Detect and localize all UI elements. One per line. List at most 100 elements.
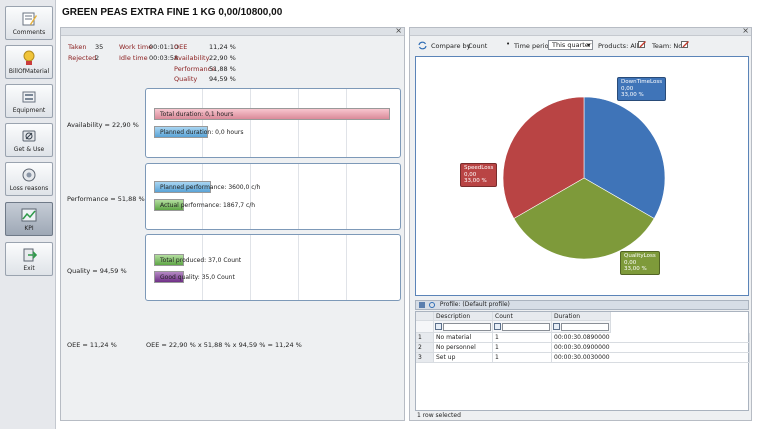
- oee-summary-label: OEE = 11,24 %: [67, 341, 117, 349]
- bar-label: Total duration: 0,1 hours: [160, 111, 234, 118]
- profile-bar: Profile: (Default profile): [415, 300, 749, 310]
- compare-by-label: Compare by: [431, 42, 471, 50]
- bar-label: Good quality: 35,0 Count: [160, 274, 235, 281]
- description-filter[interactable]: [434, 321, 493, 333]
- count-filter[interactable]: [493, 321, 552, 333]
- sidebar-item-label: KPI: [24, 225, 34, 232]
- chevron-down-icon: ▾: [586, 41, 590, 49]
- bar-label: Actual performance: 1867,7 c/h: [160, 202, 256, 209]
- sidebar-item-label: Equipment: [12, 107, 46, 114]
- compare-by-value[interactable]: Count: [468, 42, 487, 50]
- taken-label: Taken: [68, 43, 87, 51]
- close-icon[interactable]: ×: [742, 26, 749, 35]
- idle-time-label: Idle time: [119, 54, 148, 62]
- sidebar-item-get-and-use[interactable]: Get & Use: [5, 123, 53, 157]
- sidebar-item-label: Comments: [12, 29, 46, 36]
- pie-label-qualityloss: QualityLoss 0,00 33,00 %: [620, 251, 660, 275]
- products-edit-icon[interactable]: [638, 41, 646, 49]
- products-filter[interactable]: Products: All: [598, 42, 638, 50]
- kpi-panel: × Taken 35 Rejected 2 Work time 00:01:10…: [60, 26, 405, 421]
- equipment-icon: [22, 91, 36, 103]
- page-title: GREEN PEAS EXTRA FINE 1 KG 0,00/10800,00: [62, 7, 283, 18]
- planned-performance-bar: Planned performance: 3600,0 c/h: [154, 181, 260, 193]
- work-time-label: Work time: [119, 43, 153, 51]
- slice-percent: 33,00 %: [624, 266, 647, 272]
- bar-label: Planned duration: 0,0 hours: [160, 129, 244, 136]
- time-period-value: This quarter: [552, 41, 592, 49]
- sidebar-item-loss-reasons[interactable]: Loss reasons: [5, 162, 53, 196]
- availability-chart: Total duration: 0,1 hours Planned durati…: [145, 88, 401, 158]
- availability-label: Availability: [174, 54, 210, 62]
- time-period-select[interactable]: This quarter ▾: [548, 40, 593, 50]
- sidebar-item-kpi[interactable]: KPI: [5, 202, 53, 236]
- refresh-icon[interactable]: [418, 41, 427, 50]
- availability-value: 22,90 %: [209, 54, 236, 62]
- actual-performance-bar: Actual performance: 1867,7 c/h: [154, 199, 255, 211]
- time-period-label: Time period: [514, 42, 553, 50]
- sidebar-item-bill-of-material[interactable]: BillOfMaterial: [5, 45, 53, 79]
- quality-label: Quality: [174, 75, 198, 83]
- slice-name: QualityLoss: [624, 253, 656, 259]
- performance-value: 51,88 %: [209, 65, 236, 73]
- planned-duration-bar: Planned duration: 0,0 hours: [154, 126, 243, 138]
- quality-row-label: Quality = 94,59 %: [67, 267, 127, 275]
- kpi-icon: [21, 208, 37, 222]
- pie-label-downtimeloss: DownTimeLoss 0,00 33,00 %: [617, 77, 667, 101]
- pie-label-speedloss: SpeedLoss 0,00 33,00 %: [460, 163, 498, 187]
- close-icon[interactable]: ×: [395, 26, 402, 35]
- taken-value: 35: [95, 43, 104, 51]
- profile-refresh-icon[interactable]: [428, 301, 435, 308]
- bar-label: Planned performance: 3600,0 c/h: [160, 184, 261, 191]
- duration-filter[interactable]: [552, 321, 611, 333]
- good-quality-bar: Good quality: 35,0 Count: [154, 271, 235, 283]
- slice-name: DownTimeLoss: [621, 79, 663, 85]
- filter-icon[interactable]: [494, 323, 501, 330]
- bar-label: Total produced: 37,0 Count: [160, 257, 242, 264]
- filter-icon[interactable]: [553, 323, 560, 330]
- oee-formula: OEE = 22,90 % x 51,88 % x 94,59 % = 11,2…: [146, 341, 302, 349]
- sidebar-item-label: Loss reasons: [9, 185, 49, 192]
- total-produced-bar: Total produced: 37,0 Count: [154, 254, 241, 266]
- quality-chart: Total produced: 37,0 Count Good quality:…: [145, 234, 401, 301]
- panel-header: ×: [410, 26, 751, 36]
- chart-toolbar: Compare by Count • Time period This quar…: [418, 40, 751, 54]
- column-header-count[interactable]: Count: [493, 312, 552, 321]
- oee-value: 11,24 %: [209, 43, 236, 51]
- quality-value: 94,59 %: [209, 75, 236, 83]
- performance-row-label: Performance = 51,88 %: [67, 195, 145, 203]
- get-and-use-icon: [22, 130, 36, 142]
- panel-header: ×: [61, 26, 404, 36]
- column-header-description[interactable]: Description: [434, 312, 493, 321]
- team-filter[interactable]: Team: No: [652, 42, 682, 50]
- sidebar: Comments BillOfMaterial Equipment Get & …: [0, 0, 56, 429]
- profile-title: Profile: (Default profile): [439, 301, 510, 308]
- bill-of-material-icon: [23, 50, 35, 65]
- loss-table: Description Count Duration 1 No material…: [415, 311, 750, 411]
- bullet-icon: •: [506, 40, 511, 48]
- rejected-label: Rejected: [68, 54, 97, 62]
- sidebar-item-label: BillOfMaterial: [8, 68, 50, 75]
- slice-percent: 33,00 %: [621, 92, 644, 98]
- status-text: 1 row selected: [417, 412, 461, 419]
- sidebar-item-comments[interactable]: Comments: [5, 6, 53, 40]
- sidebar-item-exit[interactable]: Exit: [5, 242, 53, 276]
- sidebar-item-label: Get & Use: [13, 146, 45, 153]
- loss-reasons-icon: [22, 168, 36, 182]
- filter-icon[interactable]: [435, 323, 442, 330]
- sidebar-item-equipment[interactable]: Equipment: [5, 84, 53, 118]
- performance-chart: Planned performance: 3600,0 c/h Actual p…: [145, 163, 401, 230]
- column-header-duration[interactable]: Duration: [552, 312, 611, 321]
- availability-row-label: Availability = 22,90 %: [67, 121, 139, 129]
- team-edit-icon[interactable]: [681, 41, 689, 49]
- rejected-value: 2: [95, 54, 100, 62]
- profile-save-icon[interactable]: [419, 301, 425, 308]
- oee-label: OEE: [174, 43, 188, 51]
- loss-panel: × Compare by Count • Time period This qu…: [409, 26, 752, 421]
- total-duration-bar: Total duration: 0,1 hours: [154, 108, 390, 120]
- slice-name: SpeedLoss: [464, 165, 494, 171]
- sidebar-item-label: Exit: [23, 265, 35, 272]
- loss-pie-chart: DownTimeLoss 0,00 33,00 % QualityLoss 0,…: [415, 56, 749, 296]
- comments-icon: [22, 12, 37, 26]
- slice-percent: 33,00 %: [464, 178, 487, 184]
- exit-icon: [23, 248, 37, 262]
